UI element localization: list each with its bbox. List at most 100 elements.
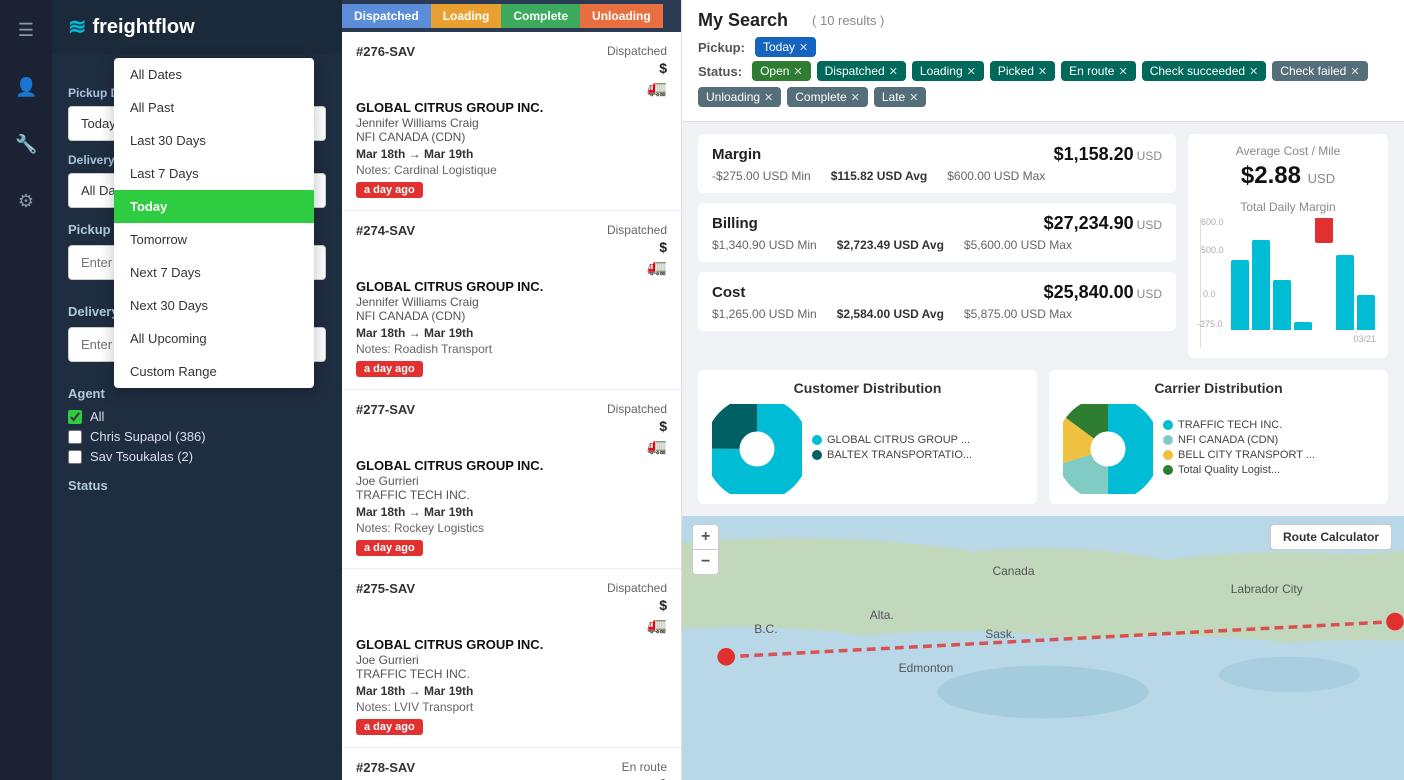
table-row[interactable]: #276-SAV Dispatched $ 🚛 GLOBAL CITRUS GR… — [342, 32, 681, 211]
tag-complete[interactable]: Complete ✕ — [787, 87, 868, 107]
tag-today[interactable]: Today ✕ — [755, 37, 816, 57]
daily-margin-title: Total Daily Margin — [1200, 200, 1376, 214]
margin-avg: $115.82 USD Avg — [831, 169, 928, 183]
y-label-500: 500.0 — [1201, 246, 1224, 255]
tag-unloading[interactable]: Unloading ✕ — [698, 87, 781, 107]
route-calculator-button[interactable]: Route Calculator — [1270, 524, 1392, 550]
logo-icon: ≋ — [68, 14, 86, 40]
agent-sav-row: Sav Tsoukalas (2) — [68, 449, 326, 464]
tag-open[interactable]: Open ✕ — [752, 61, 811, 81]
dropdown-tomorrow[interactable]: Tomorrow — [114, 223, 314, 256]
card-agent: Joe Gurrieri — [356, 653, 667, 667]
customer-legend: GLOBAL CITRUS GROUP ... BALTEX TRANSPORT… — [812, 434, 972, 464]
table-row[interactable]: #278-SAV En route $ 🚛 GLOBAL CITRUS GROU… — [342, 748, 681, 780]
dropdown-next-7[interactable]: Next 7 Days — [114, 256, 314, 289]
cost-avg: $2,584.00 USD Avg — [837, 307, 944, 321]
time-badge: a day ago — [356, 540, 423, 556]
card-dollar: $ — [659, 60, 667, 76]
customer-dist-title: Customer Distribution — [712, 380, 1023, 396]
y-label-neg: -275.0 — [1197, 320, 1223, 329]
tag-today-close[interactable]: ✕ — [799, 41, 808, 54]
margin-min: -$275.00 USD Min — [712, 169, 811, 183]
tag-picked-close[interactable]: ✕ — [1038, 65, 1047, 78]
filter-row-status: Status: Open ✕ Dispatched ✕ Loading ✕ Pi… — [698, 61, 1388, 107]
carrier-pie-chart — [1063, 404, 1153, 494]
table-row[interactable]: #277-SAV Dispatched $ 🚛 GLOBAL CITRUS GR… — [342, 390, 681, 569]
table-row[interactable]: #274-SAV Dispatched $ 🚛 GLOBAL CITRUS GR… — [342, 211, 681, 390]
status-loading[interactable]: Loading — [431, 4, 502, 28]
billing-min: $1,340.90 USD Min — [712, 238, 817, 252]
tag-picked[interactable]: Picked ✕ — [990, 61, 1055, 81]
status-unloading[interactable]: Unloading — [580, 4, 663, 28]
legend-dot — [812, 450, 822, 460]
zoom-out-button[interactable]: − — [693, 550, 718, 574]
date-dropdown[interactable]: All Dates All Past Last 30 Days Last 7 D… — [114, 58, 314, 388]
card-notes: Notes: LVIV Transport — [356, 700, 667, 714]
tag-today-label: Today — [763, 40, 795, 54]
tag-check-failed-close[interactable]: ✕ — [1350, 65, 1359, 78]
margin-label: Margin — [712, 146, 761, 163]
billing-details: $1,340.90 USD Min $2,723.49 USD Avg $5,6… — [712, 238, 1162, 252]
cost-max: $5,875.00 USD Max — [964, 307, 1072, 321]
avg-cost-label: Average Cost / Mile — [1200, 144, 1376, 158]
agent-chris-checkbox[interactable] — [68, 430, 82, 444]
legend-item: Total Quality Logist... — [1163, 464, 1315, 476]
tag-check-succeeded[interactable]: Check succeeded ✕ — [1142, 61, 1267, 81]
legend-dot — [1163, 465, 1173, 475]
agent-all-checkbox[interactable] — [68, 410, 82, 424]
dropdown-last-30[interactable]: Last 30 Days — [114, 124, 314, 157]
user-icon[interactable]: 👤 — [7, 69, 45, 106]
filter-row-pickup: Pickup: Today ✕ — [698, 37, 1388, 57]
tag-check-succeeded-close[interactable]: ✕ — [1249, 65, 1258, 78]
dropdown-next-30[interactable]: Next 30 Days — [114, 289, 314, 322]
stats-left: Margin $1,158.20USD -$275.00 USD Min $11… — [698, 134, 1176, 358]
tag-check-failed[interactable]: Check failed ✕ — [1272, 61, 1367, 81]
right-panel: My Search ( 10 results ) Pickup: Today ✕… — [682, 0, 1404, 780]
tag-unloading-close[interactable]: ✕ — [764, 91, 773, 104]
dropdown-last-7[interactable]: Last 7 Days — [114, 157, 314, 190]
card-status: En route — [622, 760, 667, 774]
tag-en-route[interactable]: En route ✕ — [1061, 61, 1136, 81]
menu-icon[interactable]: ☰ — [7, 12, 45, 49]
dropdown-today[interactable]: Today — [114, 190, 314, 223]
legend-label: NFI CANADA (CDN) — [1178, 434, 1278, 446]
legend-label: TRAFFIC TECH INC. — [1178, 419, 1282, 431]
agent-all-row: All — [68, 409, 326, 424]
legend-item: TRAFFIC TECH INC. — [1163, 419, 1315, 431]
status-complete[interactable]: Complete — [501, 4, 580, 28]
agent-all-label: All — [90, 409, 104, 424]
card-status: Dispatched — [607, 223, 667, 237]
table-row[interactable]: #275-SAV Dispatched $ 🚛 GLOBAL CITRUS GR… — [342, 569, 681, 748]
bar-1 — [1231, 260, 1249, 330]
legend-item: BELL CITY TRANSPORT ... — [1163, 449, 1315, 461]
card-route: Mar 18th → Mar 19th — [356, 684, 667, 698]
tag-late-close[interactable]: ✕ — [909, 91, 918, 104]
dropdown-all-upcoming[interactable]: All Upcoming — [114, 322, 314, 355]
tag-late[interactable]: Late ✕ — [874, 87, 927, 107]
agent-chris-row: Chris Supapol (386) — [68, 429, 326, 444]
legend-label: BELL CITY TRANSPORT ... — [1178, 449, 1315, 461]
tag-dispatched-close[interactable]: ✕ — [889, 65, 898, 78]
agent-sav-checkbox[interactable] — [68, 450, 82, 464]
daily-margin-chart: Total Daily Margin 600.0 500.0 0.0 -275.… — [1200, 200, 1376, 348]
tag-dispatched[interactable]: Dispatched ✕ — [817, 61, 906, 81]
map-svg — [682, 516, 1404, 780]
dropdown-all-dates[interactable]: All Dates — [114, 58, 314, 91]
tools-icon[interactable]: 🔧 — [7, 126, 45, 163]
carrier-distribution: Carrier Distribution TRAFFIC TE — [1049, 370, 1388, 504]
tag-loading[interactable]: Loading ✕ — [912, 61, 984, 81]
status-section-title: Status — [68, 478, 326, 493]
zoom-in-button[interactable]: + — [693, 525, 718, 550]
tag-open-close[interactable]: ✕ — [793, 65, 802, 78]
tag-en-route-close[interactable]: ✕ — [1118, 65, 1127, 78]
settings-icon[interactable]: ⚙ — [7, 183, 45, 220]
dropdown-all-past[interactable]: All Past — [114, 91, 314, 124]
legend-dot — [1163, 450, 1173, 460]
cost-min: $1,265.00 USD Min — [712, 307, 817, 321]
card-id: #274-SAV — [356, 223, 415, 238]
card-company: GLOBAL CITRUS GROUP INC. — [356, 279, 667, 294]
tag-complete-close[interactable]: ✕ — [851, 91, 860, 104]
dropdown-custom-range[interactable]: Custom Range — [114, 355, 314, 388]
status-dispatched[interactable]: Dispatched — [342, 4, 431, 28]
tag-loading-close[interactable]: ✕ — [967, 65, 976, 78]
